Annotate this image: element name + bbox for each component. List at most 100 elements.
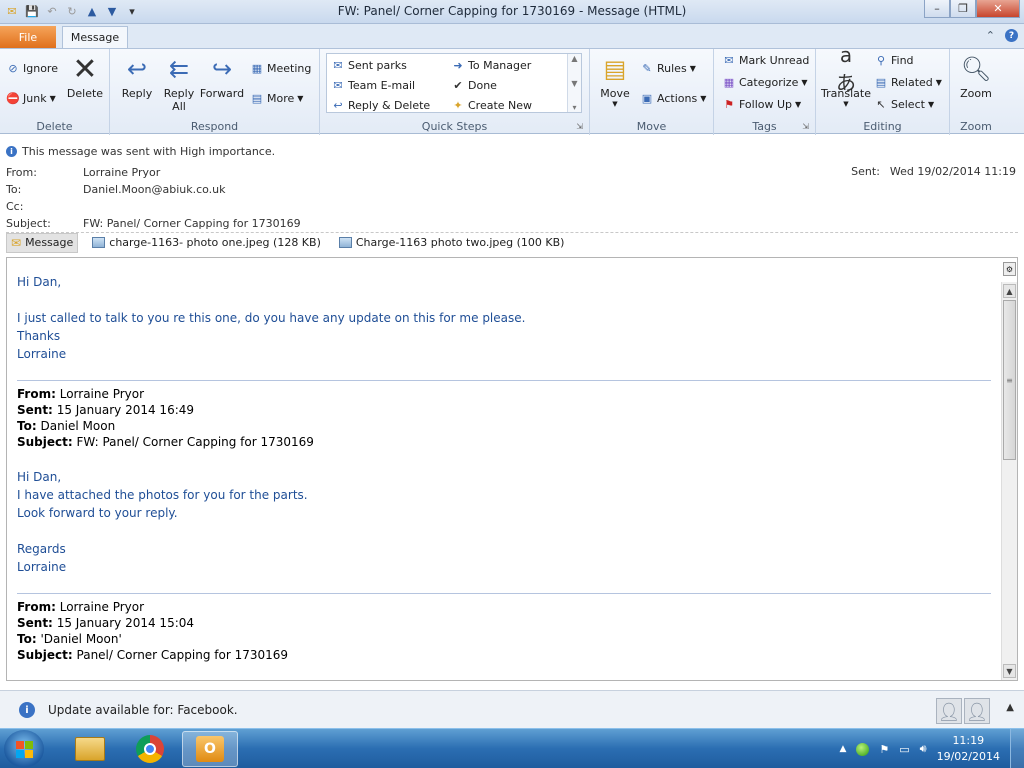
expand-gallery-icon[interactable]: ▾ xyxy=(572,103,576,112)
chrome-taskbar-button[interactable] xyxy=(122,731,178,767)
attachment-photo-one[interactable]: charge-1163- photo one.jpeg (128 KB) xyxy=(88,234,325,251)
restore-button[interactable]: ❐ xyxy=(950,0,976,18)
chrome-icon xyxy=(136,735,164,763)
body-line: I just called to talk to you re this one… xyxy=(17,311,526,325)
minimize-button[interactable]: – xyxy=(924,0,950,18)
attachment-bar: ✉ Message charge-1163- photo one.jpeg (12… xyxy=(6,232,1018,253)
binoculars-icon: ⚲ xyxy=(876,53,886,67)
rules-button[interactable]: ✎ Rules ▼ xyxy=(640,61,695,75)
rules-icon: ✎ xyxy=(642,61,652,75)
attachment-message[interactable]: ✉ Message xyxy=(6,232,79,253)
editing-group: aあ Translate ▼ ⚲ Find ▤ Related ▼ ↖ Select ▼ … xyxy=(816,42,950,135)
tags-group: ✉ Mark Unread ▦ Categorize ▼ ⚑ Follow Up ▼ Ta… xyxy=(714,49,816,135)
quick-step-sent-parks[interactable]: ✉ Sent parks xyxy=(331,58,407,72)
folder-icon xyxy=(75,737,105,761)
junk-icon: ⛔ xyxy=(6,91,20,105)
message-header: i This message was sent with High import… xyxy=(0,135,1024,255)
tab-file[interactable]: File xyxy=(0,26,56,48)
expand-people-pane-icon[interactable]: ▲ xyxy=(1006,702,1014,713)
ignore-button[interactable]: ⊘ Ignore xyxy=(6,61,58,75)
sent-row: Sent: Wed 19/02/2014 11:19 xyxy=(851,165,1016,178)
editing-group-label: Editing xyxy=(863,120,902,133)
tags-group-label: Tags xyxy=(752,120,777,133)
chevron-down-icon: ▼ xyxy=(801,77,808,87)
sent-value: Wed 19/02/2014 11:19 xyxy=(889,165,1016,178)
from-row: From: Lorraine Pryor xyxy=(6,166,161,179)
checkmark-icon: ✔ xyxy=(453,78,463,92)
reading-options-icon[interactable]: ⚙ xyxy=(1003,262,1016,276)
show-hidden-icons-icon[interactable]: ▲ xyxy=(839,744,846,754)
outlook-taskbar-button[interactable]: O xyxy=(182,731,238,767)
actions-button[interactable]: ▣ Actions ▼ xyxy=(640,91,707,105)
find-button[interactable]: ⚲ Find xyxy=(874,53,914,67)
zoom-button[interactable]: 🔍︎ Zoom xyxy=(958,53,994,100)
close-button[interactable]: ✕ xyxy=(976,0,1020,18)
reply-button[interactable]: ↩ Reply xyxy=(118,53,156,100)
follow-up-button[interactable]: ⚑ Follow Up ▼ xyxy=(722,97,801,111)
move-button[interactable]: ▤ Move ▼ xyxy=(598,53,632,108)
scroll-up-arrow[interactable]: ▲ xyxy=(1003,284,1016,298)
chevron-down-icon: ▼ xyxy=(700,93,707,103)
tab-message[interactable]: Message xyxy=(62,26,128,48)
from-value[interactable]: Lorraine Pryor xyxy=(83,166,160,179)
explorer-taskbar-button[interactable] xyxy=(62,731,118,767)
quick-step-reply-delete[interactable]: ↩ Reply & Delete xyxy=(331,98,430,112)
ignore-icon: ⊘ xyxy=(8,61,18,75)
minimize-ribbon-icon[interactable]: ⌃ xyxy=(986,29,995,42)
scroll-thumb[interactable]: ≡ xyxy=(1003,300,1016,460)
meeting-button[interactable]: ▦ Meeting xyxy=(250,61,312,75)
scroll-down-arrow[interactable]: ▼ xyxy=(1003,664,1016,678)
dialog-launcher-icon[interactable]: ⇲ xyxy=(576,122,583,131)
clock-time: 11:19 xyxy=(952,734,985,747)
avatar[interactable]: 👤︎ xyxy=(936,698,962,724)
clock[interactable]: 11:19 19/02/2014 xyxy=(937,733,1000,765)
envelope-icon: ✉ xyxy=(11,235,22,250)
avatar[interactable]: 👤︎ xyxy=(964,698,990,724)
forward-icon: ↪ xyxy=(211,55,233,83)
status-green-icon[interactable] xyxy=(856,742,870,756)
mark-unread-button[interactable]: ✉ Mark Unread xyxy=(722,53,809,67)
volume-icon[interactable]: 🔊︎ xyxy=(920,742,927,756)
vertical-scrollbar[interactable]: ▲ ≡ ▼ xyxy=(1001,282,1017,680)
separator xyxy=(17,380,991,381)
quick-step-team-email[interactable]: ✉ Team E-mail xyxy=(331,78,415,92)
network-icon[interactable]: ▭ xyxy=(899,743,909,756)
scroll-down-icon[interactable]: ▼ xyxy=(571,79,577,88)
action-center-flag-icon[interactable]: ⚑ xyxy=(879,743,889,756)
help-icon[interactable]: ? xyxy=(1005,29,1018,42)
start-button[interactable] xyxy=(4,730,44,768)
to-value[interactable]: Daniel.Moon@abiuk.co.uk xyxy=(83,183,226,196)
related-button[interactable]: ▤ Related ▼ xyxy=(874,75,942,89)
quick-steps-scroll[interactable]: ▲ ▼ ▾ xyxy=(567,54,581,112)
attachment-photo-two[interactable]: Charge-1163 photo two.jpeg (100 KB) xyxy=(335,234,569,251)
reply-all-button[interactable]: ⇇ Reply All xyxy=(160,53,198,113)
title-bar: ✉ 💾 ↶ ↻ ▲ ▼ ▾ FW: Panel/ Corner Capping … xyxy=(0,0,1024,24)
fw1-regards: Regards xyxy=(17,542,66,556)
forward-button[interactable]: ↪ Forward xyxy=(200,53,244,100)
create-new-icon: ✦ xyxy=(453,98,463,112)
translate-button[interactable]: aあ Translate ▼ xyxy=(820,42,872,109)
quick-steps-gallery: ✉ Sent parks ✉ Team E-mail ↩ Reply & Delete… xyxy=(326,53,582,113)
message-body[interactable]: Hi Dan, I just called to talk to you re … xyxy=(6,257,1018,681)
delete-group: ⊘ Ignore ⛔ Junk ▼ ✕ Delete Delete xyxy=(0,49,110,135)
show-desktop-button[interactable] xyxy=(1010,729,1024,768)
quick-step-to-manager[interactable]: ➜ To Manager xyxy=(451,58,531,72)
delete-x-icon: ✕ xyxy=(72,51,98,87)
junk-button[interactable]: ⛔ Junk ▼ xyxy=(6,91,56,105)
chevron-down-icon: ▼ xyxy=(297,93,304,103)
delete-button[interactable]: ✕ Delete xyxy=(66,51,104,101)
categorize-button[interactable]: ▦ Categorize ▼ xyxy=(722,75,808,89)
clock-date: 19/02/2014 xyxy=(936,750,1000,763)
taskbar: O ▲ ⚑ ▭ 🔊︎ 11:19 19/02/2014 xyxy=(0,728,1024,768)
cursor-icon: ↖ xyxy=(876,97,886,111)
quick-step-done[interactable]: ✔ Done xyxy=(451,78,497,92)
translate-icon: aあ xyxy=(836,42,856,95)
more-button[interactable]: ▤ More ▼ xyxy=(250,91,304,105)
ribbon: ⊘ Ignore ⛔ Junk ▼ ✕ Delete Delete ↩ Reply ⇇… xyxy=(0,42,1024,135)
quick-step-create-new[interactable]: ✦ Create New xyxy=(451,98,532,112)
dialog-launcher-icon[interactable]: ⇲ xyxy=(802,122,809,131)
update-notice[interactable]: Update available for: Facebook. xyxy=(48,703,238,717)
envelope-icon: ✉ xyxy=(333,58,343,72)
select-button[interactable]: ↖ Select ▼ xyxy=(874,97,934,111)
scroll-up-icon[interactable]: ▲ xyxy=(571,54,577,63)
